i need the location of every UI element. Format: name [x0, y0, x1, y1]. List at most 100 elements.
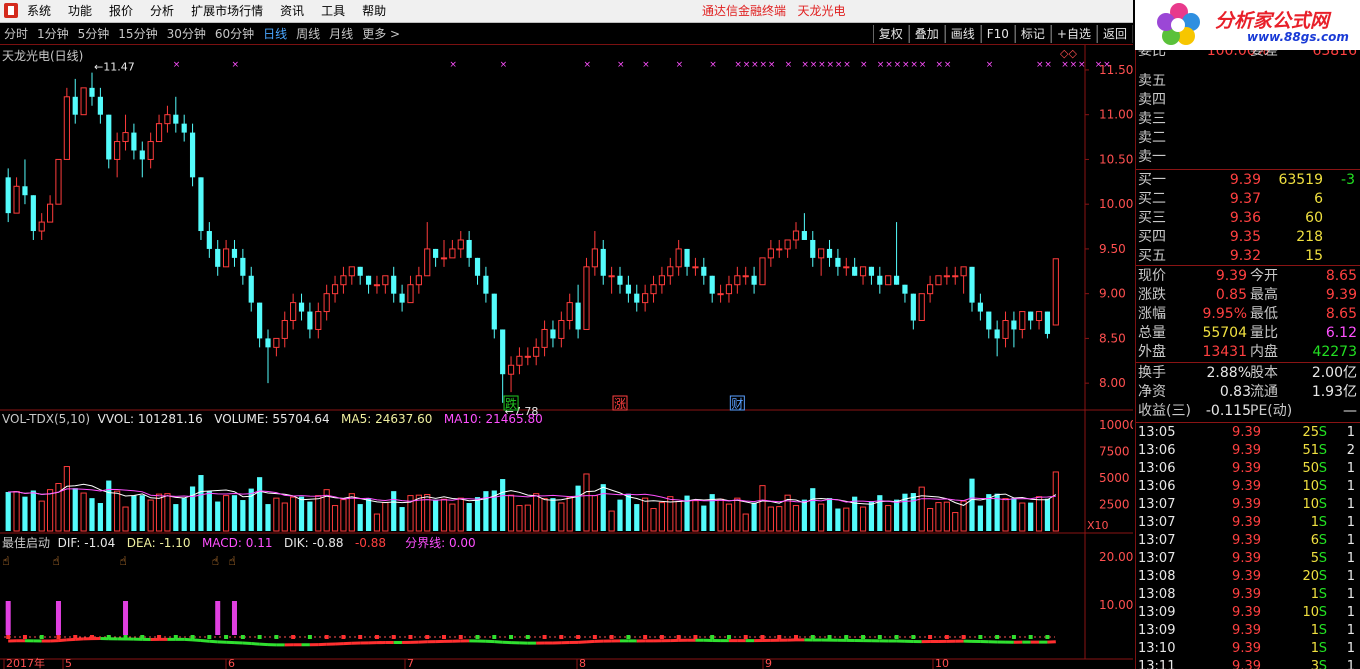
event-marker-0[interactable]: 跌 [503, 395, 519, 411]
macd-axis-label-0: 20.00 [1099, 550, 1133, 564]
menu-item-1[interactable]: 功能 [68, 0, 92, 23]
signal-x-mark: × [1078, 60, 1086, 70]
hand-pointer-icon: ☝ [52, 554, 59, 568]
vol-vvol: VVOL: 101281.16 [97, 412, 203, 426]
volume-bar [952, 512, 959, 532]
period-tab-8[interactable]: 月线 [329, 23, 353, 45]
candle [1028, 311, 1034, 330]
candle [307, 302, 313, 339]
bid-price: 9.39 [1229, 172, 1261, 188]
volume-bar [835, 508, 841, 531]
kline-chart-area[interactable]: 11.50 11.00 10.50 10.00 9.50 9.00 8.50 8.00 ←11.… [0, 45, 1133, 669]
menu-item-0[interactable]: 系统 [27, 0, 51, 23]
signal-x-mark: × [583, 60, 591, 70]
volume-bar [692, 500, 699, 532]
svg-text:涨: 涨 [614, 396, 626, 411]
candle [106, 114, 112, 169]
tool-button-6[interactable]: 返回 [1096, 25, 1133, 43]
period-tab-5[interactable]: 60分钟 [215, 23, 254, 45]
signal-x-mark: × [885, 60, 893, 70]
ask-row-0: 卖五 [1136, 72, 1360, 91]
tool-button-4[interactable]: 标记 [1014, 25, 1051, 43]
macd-hist-bar [442, 635, 446, 639]
menu-item-3[interactable]: 分析 [150, 0, 174, 23]
tick-row: 13:06 9.39 51 S 2 [1136, 442, 1360, 460]
fund-value: -0.115 [1205, 403, 1251, 419]
volume-bar [507, 494, 515, 532]
tool-button-5[interactable]: +自选 [1050, 25, 1097, 43]
vol-ma10: MA10: 21465.80 [443, 412, 543, 426]
volume-bar [106, 480, 112, 531]
tick-price: 9.39 [1232, 479, 1261, 494]
stock-title: 天龙光电 [797, 4, 846, 18]
volume-bar [893, 499, 900, 531]
volume-bar [449, 503, 456, 532]
period-tab-0[interactable]: 分时 [4, 23, 28, 45]
quote-separator [1136, 422, 1360, 423]
ask-label: 卖四 [1138, 92, 1166, 108]
menu-item-6[interactable]: 工具 [321, 0, 345, 23]
tick-side: S [1318, 605, 1327, 620]
tick-row: 13:06 9.39 10 S 1 [1136, 478, 1360, 496]
menu-item-5[interactable]: 资讯 [280, 0, 304, 23]
signal-x-mark: × [902, 60, 910, 70]
tool-button-0[interactable]: 复权 [872, 25, 909, 43]
bid-label: 买一 [1138, 172, 1166, 188]
volume-bar [818, 503, 825, 532]
tool-button-2[interactable]: 画线 [944, 25, 981, 43]
tick-price: 9.39 [1232, 515, 1261, 530]
candle [650, 275, 657, 303]
candle [323, 284, 330, 321]
candle [600, 239, 606, 285]
volume-bar [717, 498, 724, 532]
period-tab-6[interactable]: 日线 [263, 23, 287, 45]
fund-label: 收益(三) [1138, 403, 1191, 419]
candle [667, 257, 674, 285]
stat-row-2: 涨幅 9.95% 最低 8.65 [1136, 305, 1360, 324]
stat-label: 外盘 [1138, 344, 1166, 360]
volume-bar [634, 504, 640, 531]
hand-pointer-icon: ☝ [212, 554, 219, 568]
candle [684, 248, 690, 276]
chart-canvas[interactable]: 11.5011.0010.5010.009.509.008.508.00←11.… [0, 45, 1133, 669]
macd-hist-bar [911, 635, 916, 639]
launch-signal-bar [123, 601, 129, 635]
macd-hist-bar [659, 635, 664, 639]
macd-hist-bar [39, 635, 44, 639]
candle [977, 293, 983, 321]
bid-label: 买二 [1138, 191, 1166, 207]
period-tab-7[interactable]: 周线 [296, 23, 320, 45]
candle [340, 266, 347, 294]
candle [131, 123, 137, 160]
banner-url[interactable]: www.88gs.com [1247, 30, 1349, 44]
macd-hist-bar [425, 635, 430, 639]
ask-label: 卖一 [1138, 149, 1166, 165]
period-tab-9[interactable]: 更多 > [362, 23, 400, 45]
menu-item-2[interactable]: 报价 [109, 0, 133, 23]
price-axis-label-1: 11.00 [1099, 108, 1133, 122]
menu-item-4[interactable]: 扩展市场行情 [191, 0, 263, 23]
tick-time: 13:10 [1138, 641, 1176, 656]
stat-value: 8.65 [1325, 306, 1357, 322]
tool-button-3[interactable]: F10 [980, 25, 1015, 43]
volume-bar [382, 502, 389, 532]
period-tab-4[interactable]: 30分钟 [167, 23, 206, 45]
tick-price: 9.39 [1232, 587, 1261, 602]
period-tab-3[interactable]: 15分钟 [118, 23, 157, 45]
macd-dif-segment [586, 639, 595, 644]
high-marker: ←11.47 [94, 61, 135, 74]
event-marker-2[interactable]: 财 [729, 395, 745, 411]
candle [215, 239, 221, 276]
period-tab-2[interactable]: 5分钟 [78, 23, 110, 45]
candle [46, 195, 54, 223]
macd-hist-bar [1028, 635, 1033, 639]
volume-bar [969, 478, 975, 531]
period-tab-1[interactable]: 1分钟 [37, 23, 69, 45]
tool-button-1[interactable]: 叠加 [908, 25, 945, 43]
candle [566, 293, 573, 330]
bid-volume: 6 [1314, 191, 1323, 207]
candle [1019, 311, 1026, 339]
event-marker-1[interactable]: 涨 [612, 395, 628, 411]
menu-item-7[interactable]: 帮助 [362, 0, 386, 23]
fund-value: 1.93亿 [1311, 384, 1357, 400]
